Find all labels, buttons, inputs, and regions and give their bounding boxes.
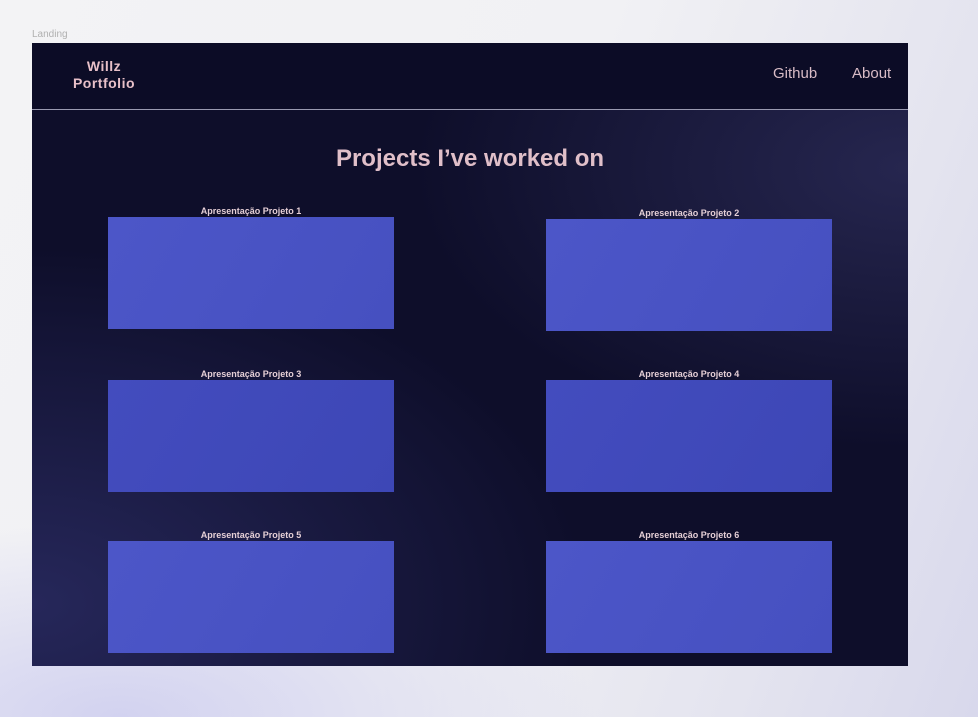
project-card[interactable]: Apresentação Projeto 5 (108, 529, 394, 653)
project-thumbnail[interactable] (108, 541, 394, 653)
project-title: Apresentação Projeto 3 (200, 369, 302, 379)
nav-about-link[interactable]: About (852, 65, 891, 82)
navbar: Willz Portfolio Github About (32, 43, 908, 110)
project-card[interactable]: Apresentação Projeto 4 (546, 368, 832, 492)
project-title: Apresentação Projeto 6 (638, 530, 740, 540)
project-thumbnail[interactable] (108, 217, 394, 329)
project-card[interactable]: Apresentação Projeto 3 (108, 368, 394, 492)
project-thumbnail[interactable] (546, 541, 832, 653)
landing-frame: Willz Portfolio Github About Projects I’v… (32, 43, 908, 666)
project-card[interactable]: Apresentação Projeto 6 (546, 529, 832, 653)
project-title: Apresentação Projeto 5 (200, 530, 302, 540)
project-title: Apresentação Projeto 2 (638, 208, 740, 218)
frame-label: Landing (32, 29, 68, 40)
project-card[interactable]: Apresentação Projeto 2 (546, 207, 832, 331)
logo-line2: Portfolio (72, 75, 136, 91)
project-title: Apresentação Projeto 1 (200, 206, 302, 216)
logo[interactable]: Willz Portfolio (66, 58, 142, 92)
project-card[interactable]: Apresentação Projeto 1 (108, 205, 394, 329)
logo-line1: Willz (86, 58, 122, 74)
project-thumbnail[interactable] (546, 219, 832, 331)
page-title: Projects I’ve worked on (335, 145, 605, 172)
nav-github-link[interactable]: Github (773, 65, 817, 82)
project-thumbnail[interactable] (546, 380, 832, 492)
project-thumbnail[interactable] (108, 380, 394, 492)
project-title: Apresentação Projeto 4 (638, 369, 740, 379)
